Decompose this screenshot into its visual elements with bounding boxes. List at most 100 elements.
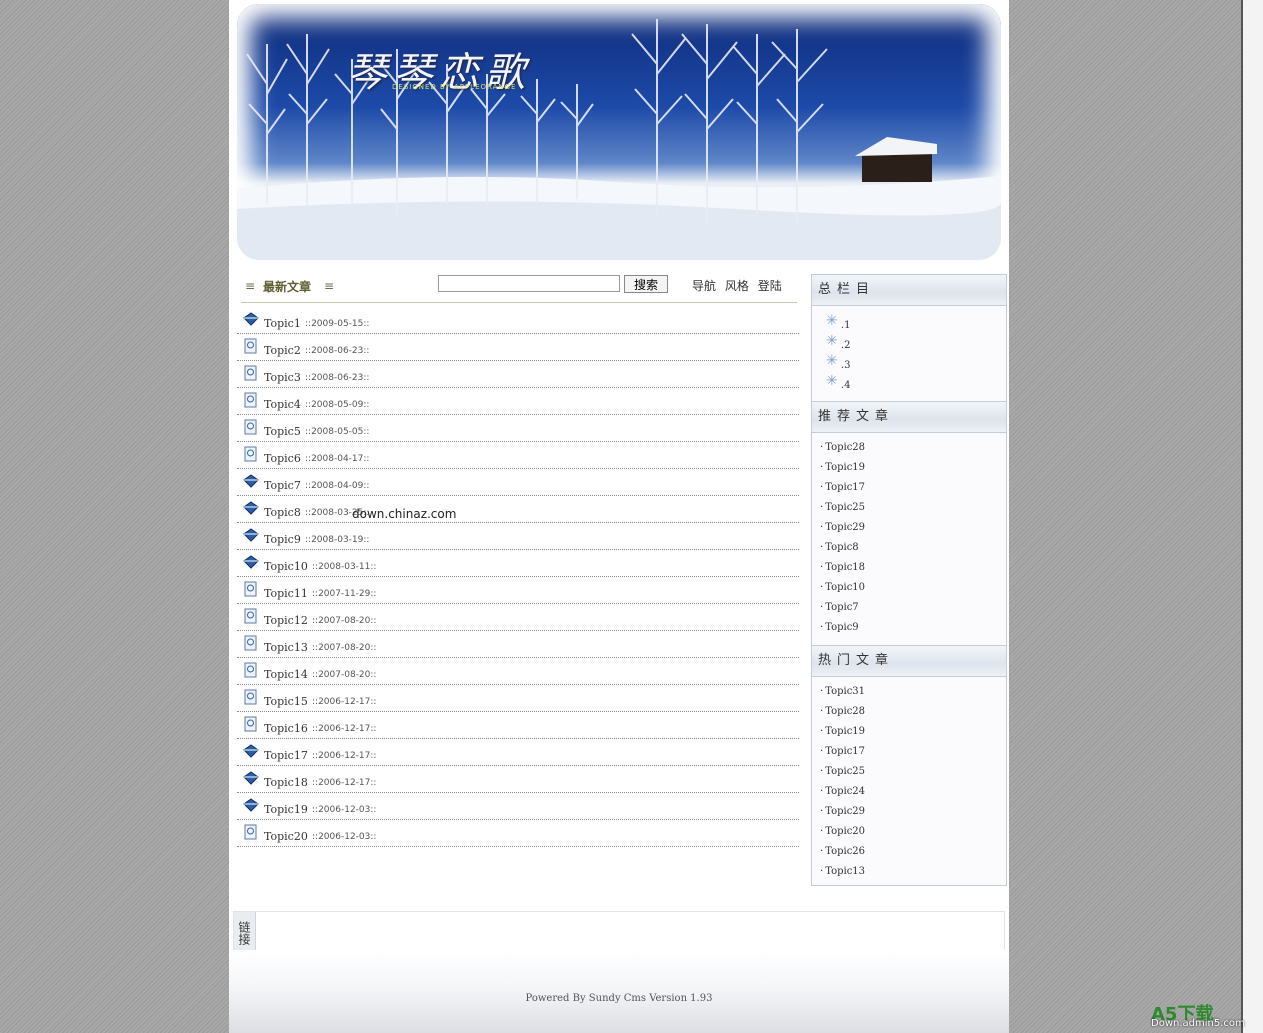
article-date: ::2009-05-15:: (305, 319, 370, 329)
sidebar: 总栏目 ✳ .1✳ .2✳ .3✳ .4 推荐文章 Topic28Topic19… (811, 274, 1007, 886)
style-link[interactable]: 风格 (725, 279, 749, 293)
search-input[interactable] (438, 275, 620, 292)
article-title[interactable]: Topic5 (264, 425, 301, 438)
recommended-item-label: Topic28 (825, 442, 866, 453)
snowflake-icon: ✳ (826, 313, 838, 329)
article-title[interactable]: Topic3 (264, 371, 301, 384)
article-date: ::2008-03-11:: (312, 562, 377, 572)
article-row: Topic6::2008-04-17:: (237, 442, 799, 469)
article-title[interactable]: Topic17 (264, 749, 308, 762)
article-title[interactable]: Topic7 (264, 479, 301, 492)
recommended-item[interactable]: Topic10 (812, 578, 1006, 598)
article-date: ::2008-06-23:: (305, 373, 370, 383)
article-date: ::2007-11-29:: (312, 589, 377, 599)
recommended-item[interactable]: Topic28 (812, 438, 1006, 458)
article-title[interactable]: Topic4 (264, 398, 301, 411)
hot-list: Topic31 Topic28 Topic19 Topic17 Topic25 Topic… (812, 677, 1006, 882)
recommended-item[interactable]: Topic7 (812, 598, 1006, 618)
category-item[interactable]: ✳ .3 (812, 353, 1006, 374)
recommended-item-label: Topic10 (825, 582, 866, 593)
article-row: Topic3::2008-06-23:: (237, 361, 799, 388)
page-icon (243, 824, 259, 840)
hot-item[interactable]: Topic17 (812, 742, 1006, 762)
recommended-item[interactable]: Topic17 (812, 478, 1006, 498)
links-label: 链接 (234, 912, 256, 950)
snowflake-icon: ✳ (826, 353, 838, 369)
recommended-heading: 推荐文章 (812, 401, 1006, 433)
article-row: Topic16::2006-12-17:: (237, 712, 799, 739)
diamond-icon (243, 797, 259, 813)
category-item[interactable]: ✳ .2 (812, 333, 1006, 354)
article-date: ::2008-05-05:: (305, 427, 370, 437)
recommended-item[interactable]: Topic19 (812, 458, 1006, 478)
article-title[interactable]: Topic1 (264, 317, 301, 330)
hot-item[interactable]: Topic28 (812, 702, 1006, 722)
search-button[interactable]: 搜索 (624, 275, 668, 293)
recommended-item-label: Topic7 (825, 602, 859, 613)
login-link[interactable]: 登陆 (758, 279, 782, 293)
category-item[interactable]: ✳ .4 (812, 373, 1006, 394)
page-icon (243, 392, 259, 408)
recommended-item-label: Topic18 (825, 562, 866, 573)
article-row: Topic14::2007-08-20:: (237, 658, 799, 685)
article-title[interactable]: Topic18 (264, 776, 308, 789)
article-title[interactable]: Topic13 (264, 641, 308, 654)
top-links: 导航 风格 登陆 (692, 277, 787, 294)
window-scrollbar[interactable] (1241, 0, 1263, 1033)
recommended-item-label: Topic29 (825, 522, 866, 533)
hot-item[interactable]: Topic25 (812, 762, 1006, 782)
hot-heading: 热门文章 (812, 645, 1006, 677)
article-title[interactable]: Topic19 (264, 803, 308, 816)
article-title[interactable]: Topic8 (264, 506, 301, 519)
article-row: Topic11::2007-11-29:: (237, 577, 799, 604)
recommended-item-label: Topic9 (825, 622, 859, 633)
recommended-item[interactable]: Topic8 (812, 538, 1006, 558)
menu-lines-icon: ≡ (324, 279, 335, 293)
latest-articles-header: ≡ 最新文章 ≡ 搜索 导航 风格 登陆 (241, 272, 797, 303)
article-date: ::2006-12-03:: (312, 805, 377, 815)
hot-item[interactable]: Topic20 (812, 822, 1006, 842)
article-row: Topic19::2006-12-03:: (237, 793, 799, 820)
recommended-item[interactable]: Topic18 (812, 558, 1006, 578)
nav-link[interactable]: 导航 (692, 279, 716, 293)
hot-item-label: Topic17 (825, 746, 866, 757)
article-date: ::2008-04-09:: (305, 481, 370, 491)
hot-item[interactable]: Topic13 (812, 862, 1006, 882)
article-row: Topic2::2008-06-23:: (237, 334, 799, 361)
hot-item-label: Topic19 (825, 726, 866, 737)
article-title[interactable]: Topic12 (264, 614, 308, 627)
diamond-icon (243, 311, 259, 327)
article-title[interactable]: Topic14 (264, 668, 308, 681)
hot-item-label: Topic20 (825, 826, 866, 837)
recommended-item[interactable]: Topic9 (812, 618, 1006, 638)
article-list: Topic1::2009-05-15:: Topic2::2008-06-23::… (237, 307, 799, 847)
page-icon (243, 338, 259, 354)
article-title[interactable]: Topic2 (264, 344, 301, 357)
recommended-item[interactable]: Topic29 (812, 518, 1006, 538)
diamond-icon (243, 500, 259, 516)
recommended-item-label: Topic17 (825, 482, 866, 493)
hot-item[interactable]: Topic29 (812, 802, 1006, 822)
hot-item[interactable]: Topic19 (812, 722, 1006, 742)
hot-item[interactable]: Topic31 (812, 682, 1006, 702)
article-title[interactable]: Topic9 (264, 533, 301, 546)
article-title[interactable]: Topic10 (264, 560, 308, 573)
recommended-item[interactable]: Topic25 (812, 498, 1006, 518)
article-title[interactable]: Topic11 (264, 587, 308, 600)
diamond-icon (243, 743, 259, 759)
hot-item[interactable]: Topic24 (812, 782, 1006, 802)
hot-item[interactable]: Topic26 (812, 842, 1006, 862)
article-title[interactable]: Topic16 (264, 722, 308, 735)
article-row: Topic13::2007-08-20:: (237, 631, 799, 658)
category-item[interactable]: ✳ .1 (812, 313, 1006, 334)
article-title[interactable]: Topic6 (264, 452, 301, 465)
article-row: Topic5::2008-05-05:: (237, 415, 799, 442)
article-date: ::2007-08-20:: (312, 616, 377, 626)
article-title[interactable]: Topic15 (264, 695, 308, 708)
header-banner: 琴琴恋歌 DESIGNED BY APPLEORANGE (237, 4, 1001, 260)
footer: Powered By Sundy Cms Version 1.93 (229, 950, 1009, 1033)
article-date: ::2006-12-17:: (312, 724, 377, 734)
recommended-item-label: Topic25 (825, 502, 866, 513)
article-title[interactable]: Topic20 (264, 830, 308, 843)
article-date: ::2006-12-17:: (312, 751, 377, 761)
